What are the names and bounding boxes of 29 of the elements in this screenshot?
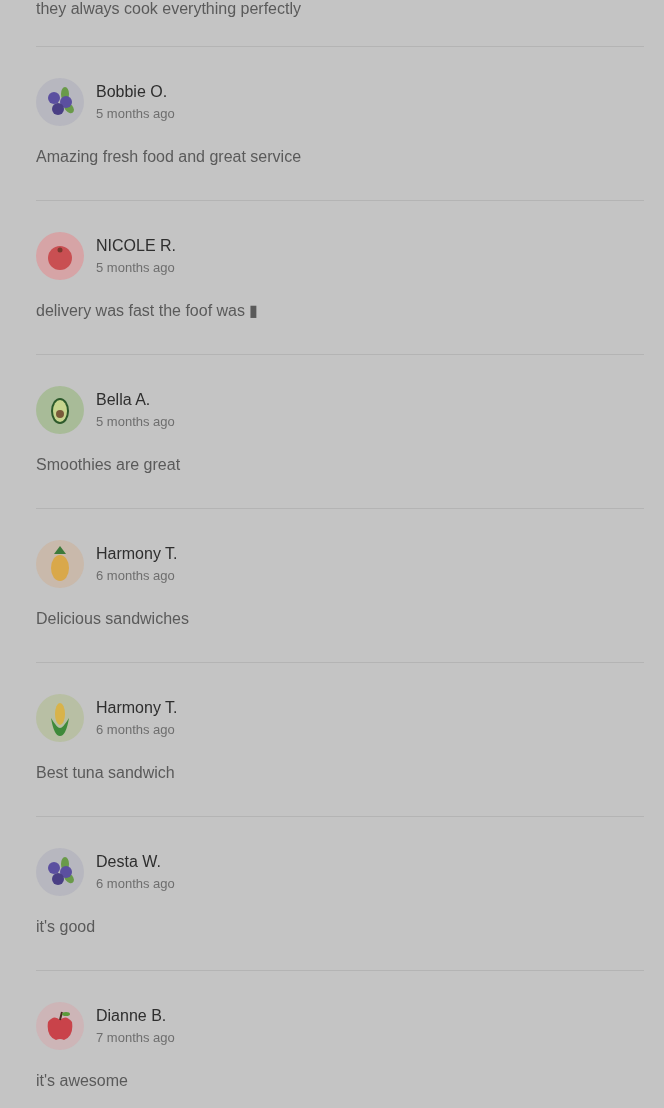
apple-icon [36, 1002, 84, 1050]
blueberries-icon [36, 78, 84, 126]
review-time: 7 months ago [96, 1029, 175, 1046]
review-text: they always cook everything perfectly [36, 0, 302, 18]
reviewer-name: Harmony T. [96, 698, 178, 717]
review-time: 5 months ago [96, 413, 175, 430]
review-text: Delicious sandwiches [36, 610, 190, 628]
review-time: 6 months ago [96, 721, 176, 738]
review-text: Smoothies are great [36, 456, 182, 474]
avocado-icon [36, 386, 84, 434]
review-time: 5 months ago [96, 259, 176, 276]
reviewer-name: Bobbie O. [96, 82, 169, 101]
pineapple-icon [36, 540, 84, 588]
reviewer-name: NICOLE R. [96, 236, 176, 255]
review-text: it's good [36, 918, 97, 936]
reviewer-name: Dianne B. [96, 1006, 168, 1025]
review-text: it's awesome [36, 1072, 129, 1090]
tomato-icon [36, 232, 84, 280]
corn-icon [36, 694, 84, 742]
review-text: Best tuna sandwich [36, 764, 176, 782]
review-time: 6 months ago [96, 567, 176, 584]
blueberries-icon [36, 848, 84, 896]
reviewer-name: Bella A. [96, 390, 152, 409]
reviewer-name: Harmony T. [96, 544, 178, 563]
review-text: delivery was fast the foof was ▮ [36, 302, 260, 320]
reviewer-name: Desta W. [96, 852, 162, 871]
review-time: 5 months ago [96, 105, 175, 122]
review-text: Amazing fresh food and great service [36, 148, 303, 166]
review-time: 6 months ago [96, 875, 175, 892]
